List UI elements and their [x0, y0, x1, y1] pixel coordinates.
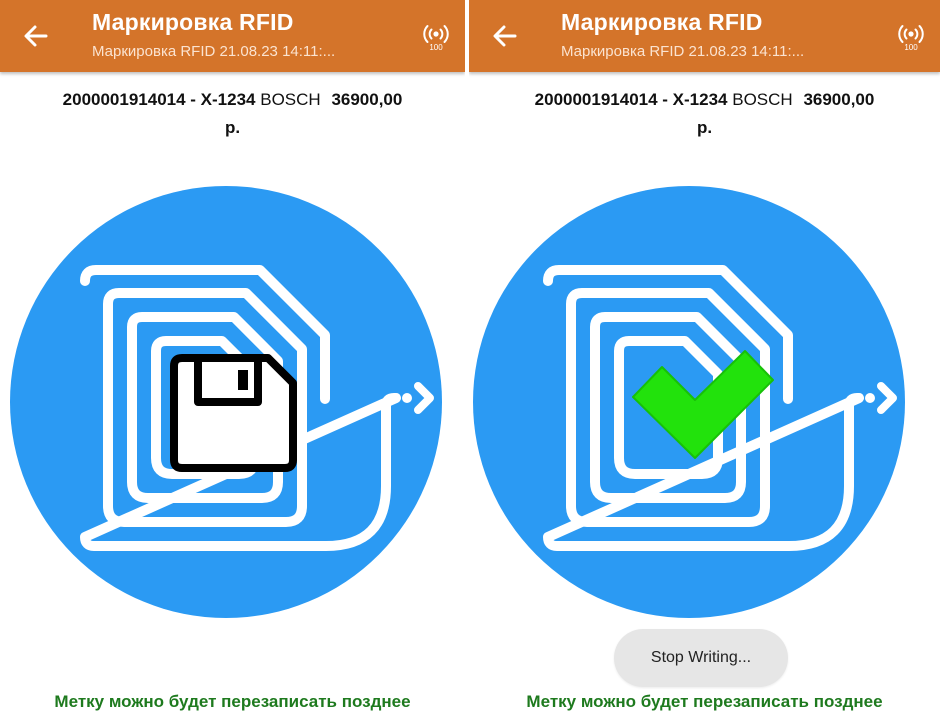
rfid-tag-illustration [473, 186, 905, 618]
product-barcode-name: 2000001914014 - X-1234 [62, 90, 256, 109]
app-bar: Маркировка RFID Маркировка RFID 21.08.23… [469, 0, 940, 72]
product-info: 2000001914014 - X-1234 BOSCH 36900,00 р. [0, 86, 465, 142]
product-price: 36900,00 [803, 90, 875, 109]
app-subtitle: Маркировка RFID 21.08.23 14:11:... [561, 43, 805, 60]
floppy-disk-icon [170, 354, 297, 472]
screen-writing: Маркировка RFID Маркировка RFID 21.08.23… [0, 0, 465, 722]
app-title: Маркировка RFID [92, 9, 294, 35]
product-brand: BOSCH [732, 90, 793, 109]
rfid-tag-icon [473, 186, 905, 618]
rewrite-note: Метку можно будет перезаписать позднее [54, 692, 411, 711]
stop-writing-toast: Stop Writing... [614, 629, 788, 687]
app-bar: Маркировка RFID Маркировка RFID 21.08.23… [0, 0, 465, 72]
product-info: 2000001914014 - X-1234 BOSCH 36900,00 р. [469, 86, 940, 142]
product-currency: р. [224, 118, 241, 137]
app-title: Маркировка RFID [561, 9, 763, 35]
rfid-level: 100 [429, 43, 443, 52]
product-barcode-name: 2000001914014 - X-1234 [534, 90, 728, 109]
product-brand: BOSCH [260, 90, 321, 109]
product-price: 36900,00 [331, 90, 403, 109]
rfid-tag-icon [10, 186, 442, 618]
rfid-signal-icon [423, 25, 449, 43]
app-subtitle: Маркировка RFID 21.08.23 14:11:... [92, 43, 336, 60]
rfid-status[interactable]: 100 [421, 24, 451, 56]
product-currency: р. [696, 118, 713, 137]
arrow-left-icon[interactable] [489, 20, 521, 52]
rfid-level: 100 [904, 43, 918, 52]
rfid-tag-illustration [10, 186, 442, 618]
rewrite-note: Метку можно будет перезаписать позднее [526, 692, 883, 711]
arrow-left-icon[interactable] [20, 20, 52, 52]
rfid-signal-icon [898, 25, 924, 43]
rfid-status[interactable]: 100 [896, 24, 926, 56]
screen-success: Маркировка RFID Маркировка RFID 21.08.23… [469, 0, 940, 722]
